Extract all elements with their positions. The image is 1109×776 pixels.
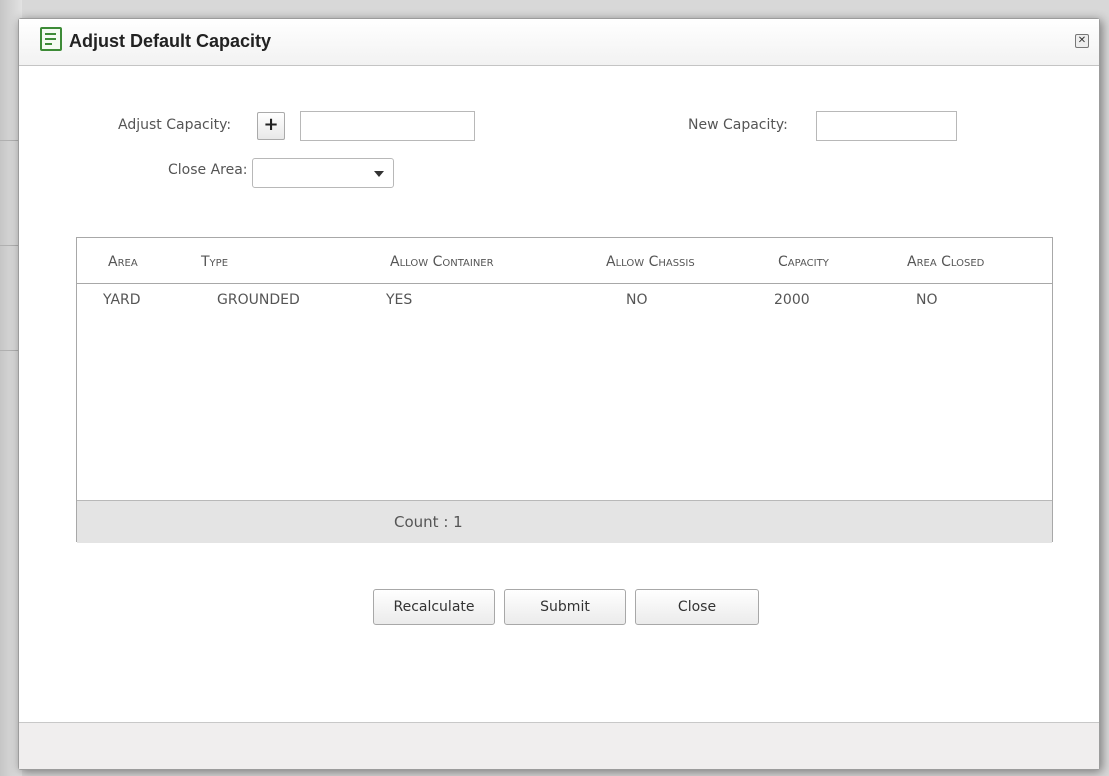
record-count: Count : 1 xyxy=(394,513,463,531)
cell-area: YARD xyxy=(103,292,141,308)
grid-header: Area Type Allow Container Allow Chassis … xyxy=(77,238,1052,284)
close-button[interactable]: Close xyxy=(635,589,759,625)
column-header-allow-container[interactable]: Allow Container xyxy=(390,254,494,270)
dialog-titlebar: Adjust Default Capacity ✕ xyxy=(19,19,1099,66)
close-icon[interactable]: ✕ xyxy=(1075,34,1089,48)
dialog-title: Adjust Default Capacity xyxy=(69,31,272,51)
adjust-capacity-dialog: Adjust Default Capacity ✕ Adjust Capacit… xyxy=(18,18,1100,770)
form-icon xyxy=(40,27,62,51)
adjust-sign-toggle-button[interactable]: + xyxy=(257,112,285,140)
dropdown-arrow-icon xyxy=(374,171,384,177)
new-capacity-input[interactable] xyxy=(816,111,957,141)
adjust-capacity-label: Adjust Capacity: xyxy=(118,117,232,133)
cell-type: GROUNDED xyxy=(217,292,300,308)
dialog-status-bar xyxy=(19,722,1099,769)
table-row[interactable]: YARD GROUNDED YES NO 2000 NO xyxy=(77,284,1052,318)
recalculate-button[interactable]: Recalculate xyxy=(373,589,495,625)
submit-button[interactable]: Submit xyxy=(504,589,626,625)
column-header-allow-chassis[interactable]: Allow Chassis xyxy=(606,254,695,270)
column-header-area[interactable]: Area xyxy=(108,254,138,270)
cell-capacity: 2000 xyxy=(774,292,810,308)
cell-allow-container: YES xyxy=(386,292,413,308)
column-header-type[interactable]: Type xyxy=(201,254,228,270)
close-area-label: Close Area: xyxy=(168,162,248,178)
column-header-area-closed[interactable]: Area Closed xyxy=(907,254,984,270)
capacity-grid: Area Type Allow Container Allow Chassis … xyxy=(76,237,1053,543)
column-header-capacity[interactable]: Capacity xyxy=(778,254,829,270)
cell-area-closed: NO xyxy=(916,292,938,308)
close-area-select[interactable] xyxy=(252,158,394,188)
grid-footer: Count : 1 xyxy=(77,500,1052,543)
cell-allow-chassis: NO xyxy=(626,292,648,308)
new-capacity-label: New Capacity: xyxy=(688,117,788,133)
adjust-capacity-input[interactable] xyxy=(300,111,475,141)
